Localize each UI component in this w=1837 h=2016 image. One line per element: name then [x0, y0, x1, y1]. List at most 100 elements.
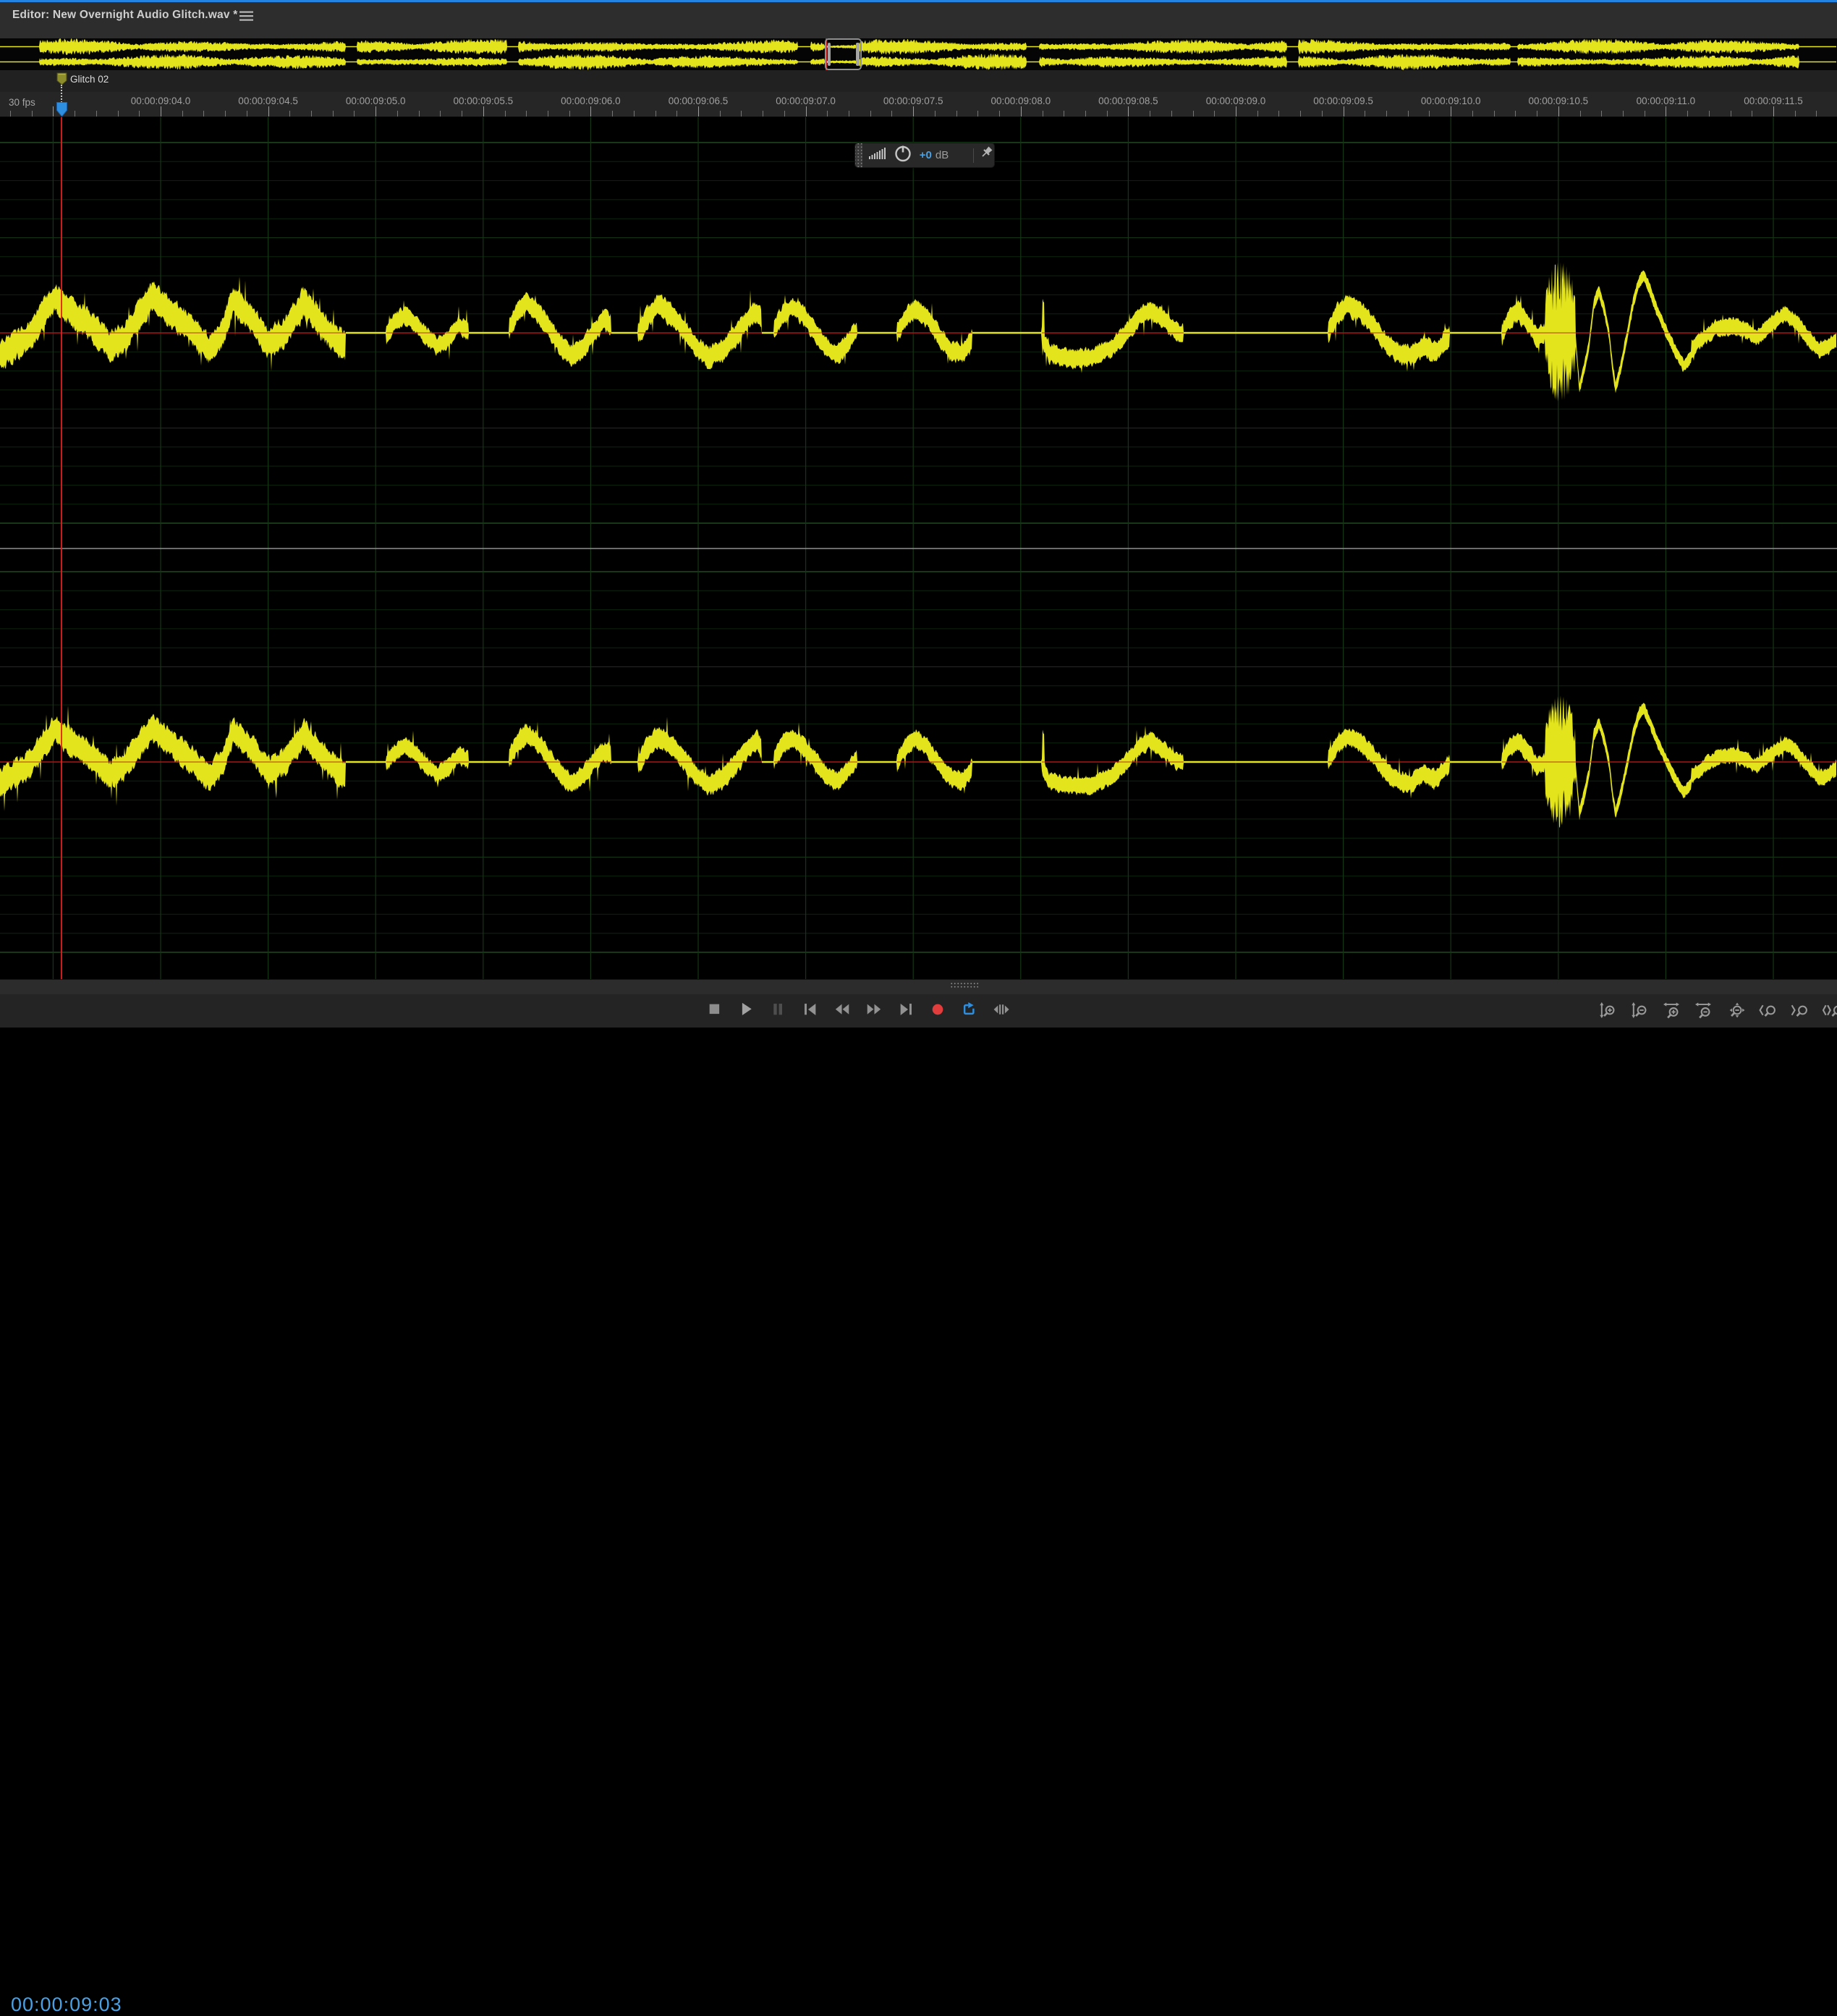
overview-waveform-lane [0, 38, 1836, 55]
fast-forward-button[interactable] [864, 999, 883, 1019]
zoom-buttons [1598, 1000, 1837, 1020]
zoom-out-amplitude-button[interactable] [1629, 1000, 1649, 1020]
zoom-in-time-button[interactable] [1661, 1000, 1681, 1020]
ruler-tick [10, 111, 11, 117]
ruler-timecode-label: 00:00:09:07.5 [883, 96, 943, 106]
ruler-timecode-label: 00:00:09:11.0 [1637, 96, 1696, 106]
ruler-tick [1816, 111, 1817, 117]
ruler-tick [977, 111, 978, 117]
stop-button[interactable] [705, 999, 724, 1019]
pin-icon[interactable] [980, 146, 994, 164]
ruler-timecode-label: 00:00:09:06.5 [669, 96, 729, 106]
ruler-tick [1558, 106, 1559, 117]
skip-selection-button[interactable] [991, 999, 1011, 1019]
ruler-timecode-label: 00:00:09:10.5 [1529, 96, 1589, 106]
ruler-tick [956, 111, 957, 117]
ruler-tick [1107, 111, 1108, 117]
ruler-tick [118, 111, 119, 117]
ruler-tick [935, 111, 936, 117]
volume-hud: +0 dB [855, 143, 994, 167]
ruler-timecode-label: 00:00:09:08.0 [991, 96, 1051, 106]
ruler-tick [999, 111, 1000, 117]
zoom-in-amplitude-button[interactable] [1598, 1000, 1617, 1020]
audition-editor-panel: Editor: New Overnight Audio Glitch.wav *… [0, 0, 1837, 1028]
editor-panel-title: Editor: New Overnight Audio Glitch.wav * [12, 9, 237, 22]
rewind-button[interactable] [832, 999, 852, 1019]
ruler-tick [139, 111, 140, 117]
waveform-display[interactable] [0, 117, 1837, 979]
ruler-timecode-label: 00:00:09:09.0 [1206, 96, 1266, 106]
ruler-tick [676, 111, 677, 117]
ruler-tick [311, 111, 312, 117]
ruler-timecode-label: 00:00:09:10.0 [1421, 96, 1481, 106]
ruler-timecode-label: 00:00:09:08.5 [1098, 96, 1158, 106]
ruler-tick [289, 111, 290, 117]
ruler-tick [720, 111, 721, 117]
ruler-timecode-label: 00:00:09:05.5 [454, 96, 514, 106]
ruler-tick [569, 111, 570, 117]
zoom-in-at-in-point-button[interactable] [1757, 1000, 1776, 1020]
ruler-timecode-label: 00:00:09:11.5 [1744, 96, 1803, 106]
zoom-to-selection-button[interactable] [1820, 1000, 1837, 1020]
marker-lane: Glitch 02 [0, 70, 1837, 92]
ruler-tick [225, 111, 226, 117]
panel-resize-grip[interactable] [950, 982, 978, 988]
ruler-tick [1322, 111, 1323, 117]
timeline-ruler[interactable]: 30 fps 00:00:09:04.000:00:09:04.500:00:0… [0, 92, 1837, 117]
ruler-tick [397, 111, 398, 117]
ruler-tick [268, 106, 269, 117]
ruler-tick [1300, 111, 1301, 117]
zoom-out-full-button[interactable] [1725, 1000, 1744, 1020]
ruler-tick [1193, 111, 1194, 117]
panel-bottom-strip [0, 979, 1837, 995]
ruler-tick [891, 111, 892, 117]
ruler-tick [32, 111, 33, 117]
ruler-tick [182, 111, 183, 117]
skip-to-start-button[interactable] [800, 999, 820, 1019]
ruler-tick [1795, 111, 1796, 117]
fps-label: 30 fps [9, 97, 35, 108]
ruler-tick [1171, 111, 1172, 117]
loop-playback-button[interactable] [959, 999, 979, 1019]
ruler-tick [1408, 111, 1409, 117]
hud-divider [973, 148, 974, 163]
nav-view-box[interactable] [825, 38, 862, 70]
ruler-timecode-label: 00:00:09:07.0 [776, 96, 836, 106]
ruler-tick [1257, 111, 1258, 117]
hud-gain-value[interactable]: +0 [920, 149, 932, 161]
ruler-tick [1580, 111, 1581, 117]
marker-playhead-connector [61, 85, 62, 103]
pause-button[interactable] [768, 999, 788, 1019]
ruler-tick [784, 111, 785, 117]
panel-menu-icon[interactable] [239, 9, 255, 22]
hud-drag-grip[interactable] [855, 143, 862, 167]
overview-waveform [0, 38, 1837, 70]
record-button[interactable] [928, 999, 947, 1019]
playhead-handle[interactable] [56, 102, 68, 121]
ruler-tick [1278, 111, 1279, 117]
ruler-tick [913, 106, 914, 117]
ruler-tick [526, 111, 527, 117]
panel-focus-accent-line [0, 0, 1837, 2]
play-button[interactable] [737, 999, 756, 1019]
nav-view-box-right-handle[interactable] [856, 43, 860, 66]
ruler-tick [1601, 111, 1602, 117]
ruler-tick [1709, 111, 1710, 117]
ruler-tick [1472, 111, 1473, 117]
ruler-tick [440, 111, 441, 117]
overview-navigator-strip[interactable] [0, 38, 1837, 70]
zoom-in-at-out-point-button[interactable] [1789, 1000, 1808, 1020]
zoom-out-time-button[interactable] [1693, 1000, 1713, 1020]
overview-waveform-lane [0, 54, 1836, 70]
ruler-tick [505, 111, 506, 117]
editor-title-bar: Editor: New Overnight Audio Glitch.wav * [0, 2, 1837, 38]
marker-label: Glitch 02 [70, 74, 109, 85]
ruler-tick [1214, 111, 1215, 117]
ruler-tick [203, 111, 204, 117]
ruler-tick [1773, 106, 1774, 117]
timecode-display[interactable]: 00:00:09:03 [11, 1994, 122, 2016]
knob-icon[interactable] [894, 144, 912, 166]
nav-view-box-left-handle[interactable] [828, 43, 831, 66]
ruler-tick [53, 106, 54, 117]
skip-to-end-button[interactable] [896, 999, 915, 1019]
